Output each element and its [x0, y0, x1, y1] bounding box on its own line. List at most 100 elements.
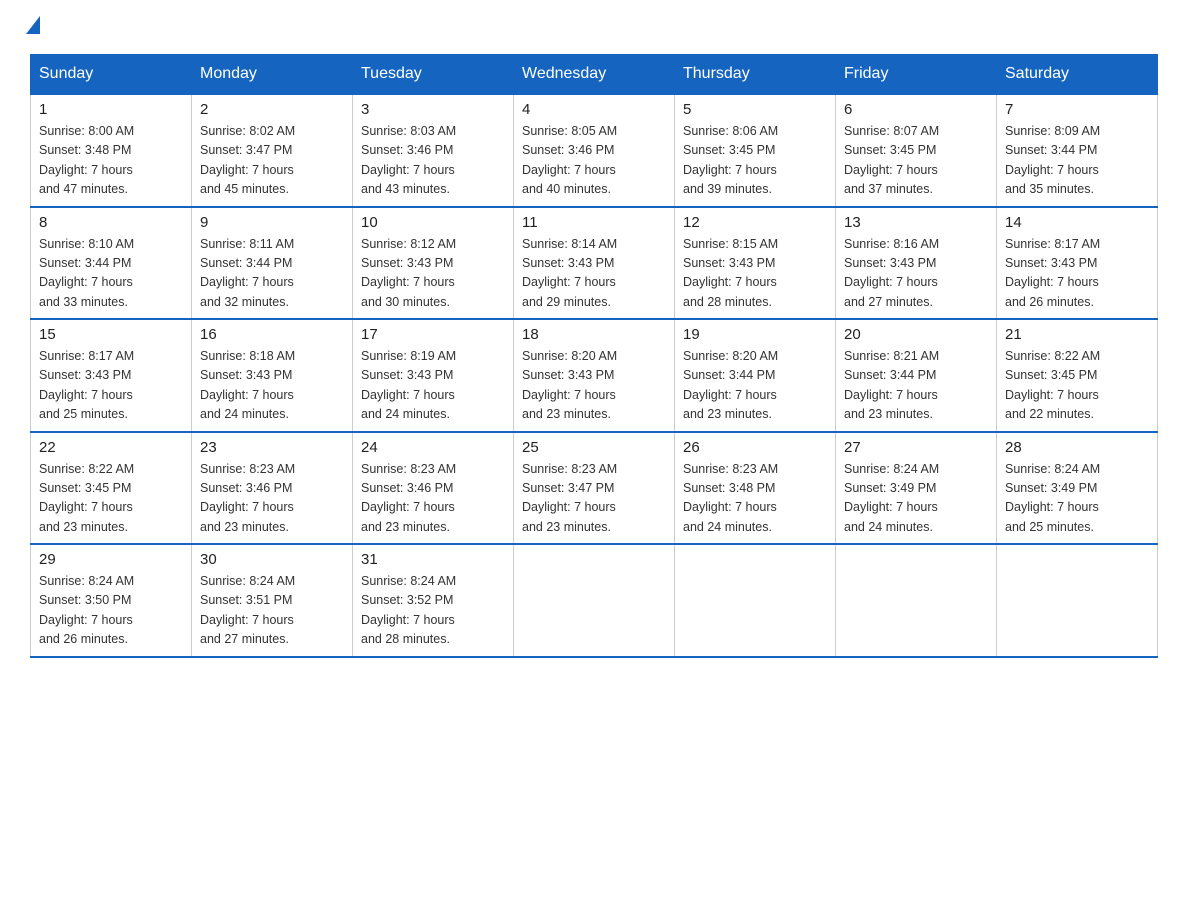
day-info: Sunrise: 8:05 AMSunset: 3:46 PMDaylight:…	[522, 122, 666, 200]
calendar-header-wednesday: Wednesday	[514, 55, 675, 95]
calendar-table: SundayMondayTuesdayWednesdayThursdayFrid…	[30, 54, 1158, 658]
calendar-cell: 28 Sunrise: 8:24 AMSunset: 3:49 PMDaylig…	[997, 432, 1158, 545]
day-number: 6	[844, 101, 988, 118]
calendar-cell: 24 Sunrise: 8:23 AMSunset: 3:46 PMDaylig…	[353, 432, 514, 545]
calendar-cell: 7 Sunrise: 8:09 AMSunset: 3:44 PMDayligh…	[997, 94, 1158, 207]
calendar-cell: 18 Sunrise: 8:20 AMSunset: 3:43 PMDaylig…	[514, 319, 675, 432]
day-number: 5	[683, 101, 827, 118]
calendar-cell: 25 Sunrise: 8:23 AMSunset: 3:47 PMDaylig…	[514, 432, 675, 545]
day-info: Sunrise: 8:23 AMSunset: 3:47 PMDaylight:…	[522, 460, 666, 538]
calendar-week-row: 29 Sunrise: 8:24 AMSunset: 3:50 PMDaylig…	[31, 544, 1158, 657]
day-number: 28	[1005, 439, 1149, 456]
day-number: 31	[361, 551, 505, 568]
day-info: Sunrise: 8:23 AMSunset: 3:46 PMDaylight:…	[361, 460, 505, 538]
day-number: 26	[683, 439, 827, 456]
day-number: 15	[39, 326, 183, 343]
calendar-header-sunday: Sunday	[31, 55, 192, 95]
day-info: Sunrise: 8:18 AMSunset: 3:43 PMDaylight:…	[200, 347, 344, 425]
day-info: Sunrise: 8:03 AMSunset: 3:46 PMDaylight:…	[361, 122, 505, 200]
day-number: 18	[522, 326, 666, 343]
day-info: Sunrise: 8:12 AMSunset: 3:43 PMDaylight:…	[361, 235, 505, 313]
calendar-cell: 20 Sunrise: 8:21 AMSunset: 3:44 PMDaylig…	[836, 319, 997, 432]
day-info: Sunrise: 8:24 AMSunset: 3:52 PMDaylight:…	[361, 572, 505, 650]
day-number: 27	[844, 439, 988, 456]
day-info: Sunrise: 8:20 AMSunset: 3:44 PMDaylight:…	[683, 347, 827, 425]
calendar-cell: 4 Sunrise: 8:05 AMSunset: 3:46 PMDayligh…	[514, 94, 675, 207]
calendar-week-row: 22 Sunrise: 8:22 AMSunset: 3:45 PMDaylig…	[31, 432, 1158, 545]
day-info: Sunrise: 8:15 AMSunset: 3:43 PMDaylight:…	[683, 235, 827, 313]
day-info: Sunrise: 8:24 AMSunset: 3:51 PMDaylight:…	[200, 572, 344, 650]
day-info: Sunrise: 8:24 AMSunset: 3:50 PMDaylight:…	[39, 572, 183, 650]
day-number: 25	[522, 439, 666, 456]
calendar-cell: 27 Sunrise: 8:24 AMSunset: 3:49 PMDaylig…	[836, 432, 997, 545]
calendar-header-friday: Friday	[836, 55, 997, 95]
day-number: 3	[361, 101, 505, 118]
calendar-cell: 17 Sunrise: 8:19 AMSunset: 3:43 PMDaylig…	[353, 319, 514, 432]
day-number: 7	[1005, 101, 1149, 118]
day-number: 11	[522, 214, 666, 231]
day-number: 29	[39, 551, 183, 568]
calendar-cell: 3 Sunrise: 8:03 AMSunset: 3:46 PMDayligh…	[353, 94, 514, 207]
calendar-cell: 9 Sunrise: 8:11 AMSunset: 3:44 PMDayligh…	[192, 207, 353, 320]
day-number: 2	[200, 101, 344, 118]
calendar-cell: 31 Sunrise: 8:24 AMSunset: 3:52 PMDaylig…	[353, 544, 514, 657]
calendar-week-row: 15 Sunrise: 8:17 AMSunset: 3:43 PMDaylig…	[31, 319, 1158, 432]
day-info: Sunrise: 8:06 AMSunset: 3:45 PMDaylight:…	[683, 122, 827, 200]
day-number: 21	[1005, 326, 1149, 343]
calendar-cell	[836, 544, 997, 657]
day-info: Sunrise: 8:17 AMSunset: 3:43 PMDaylight:…	[1005, 235, 1149, 313]
day-number: 30	[200, 551, 344, 568]
day-info: Sunrise: 8:11 AMSunset: 3:44 PMDaylight:…	[200, 235, 344, 313]
calendar-cell: 16 Sunrise: 8:18 AMSunset: 3:43 PMDaylig…	[192, 319, 353, 432]
calendar-week-row: 8 Sunrise: 8:10 AMSunset: 3:44 PMDayligh…	[31, 207, 1158, 320]
day-info: Sunrise: 8:24 AMSunset: 3:49 PMDaylight:…	[844, 460, 988, 538]
logo-triangle-icon	[26, 16, 40, 34]
day-number: 12	[683, 214, 827, 231]
day-info: Sunrise: 8:10 AMSunset: 3:44 PMDaylight:…	[39, 235, 183, 313]
calendar-cell: 22 Sunrise: 8:22 AMSunset: 3:45 PMDaylig…	[31, 432, 192, 545]
calendar-cell: 12 Sunrise: 8:15 AMSunset: 3:43 PMDaylig…	[675, 207, 836, 320]
calendar-cell: 6 Sunrise: 8:07 AMSunset: 3:45 PMDayligh…	[836, 94, 997, 207]
calendar-cell: 11 Sunrise: 8:14 AMSunset: 3:43 PMDaylig…	[514, 207, 675, 320]
day-number: 17	[361, 326, 505, 343]
day-number: 13	[844, 214, 988, 231]
day-info: Sunrise: 8:00 AMSunset: 3:48 PMDaylight:…	[39, 122, 183, 200]
calendar-header-thursday: Thursday	[675, 55, 836, 95]
calendar-cell: 26 Sunrise: 8:23 AMSunset: 3:48 PMDaylig…	[675, 432, 836, 545]
day-number: 16	[200, 326, 344, 343]
calendar-header-tuesday: Tuesday	[353, 55, 514, 95]
calendar-cell	[997, 544, 1158, 657]
day-info: Sunrise: 8:19 AMSunset: 3:43 PMDaylight:…	[361, 347, 505, 425]
calendar-cell: 13 Sunrise: 8:16 AMSunset: 3:43 PMDaylig…	[836, 207, 997, 320]
calendar-header-row: SundayMondayTuesdayWednesdayThursdayFrid…	[31, 55, 1158, 95]
calendar-cell: 29 Sunrise: 8:24 AMSunset: 3:50 PMDaylig…	[31, 544, 192, 657]
day-info: Sunrise: 8:23 AMSunset: 3:46 PMDaylight:…	[200, 460, 344, 538]
calendar-cell	[675, 544, 836, 657]
day-number: 14	[1005, 214, 1149, 231]
day-info: Sunrise: 8:23 AMSunset: 3:48 PMDaylight:…	[683, 460, 827, 538]
day-info: Sunrise: 8:22 AMSunset: 3:45 PMDaylight:…	[1005, 347, 1149, 425]
calendar-cell: 23 Sunrise: 8:23 AMSunset: 3:46 PMDaylig…	[192, 432, 353, 545]
day-number: 1	[39, 101, 183, 118]
calendar-cell: 2 Sunrise: 8:02 AMSunset: 3:47 PMDayligh…	[192, 94, 353, 207]
day-info: Sunrise: 8:02 AMSunset: 3:47 PMDaylight:…	[200, 122, 344, 200]
calendar-cell	[514, 544, 675, 657]
calendar-cell: 10 Sunrise: 8:12 AMSunset: 3:43 PMDaylig…	[353, 207, 514, 320]
calendar-cell: 8 Sunrise: 8:10 AMSunset: 3:44 PMDayligh…	[31, 207, 192, 320]
day-number: 22	[39, 439, 183, 456]
day-number: 8	[39, 214, 183, 231]
day-info: Sunrise: 8:14 AMSunset: 3:43 PMDaylight:…	[522, 235, 666, 313]
day-info: Sunrise: 8:17 AMSunset: 3:43 PMDaylight:…	[39, 347, 183, 425]
day-info: Sunrise: 8:20 AMSunset: 3:43 PMDaylight:…	[522, 347, 666, 425]
calendar-week-row: 1 Sunrise: 8:00 AMSunset: 3:48 PMDayligh…	[31, 94, 1158, 207]
logo	[30, 20, 40, 34]
day-number: 4	[522, 101, 666, 118]
day-number: 9	[200, 214, 344, 231]
calendar-header-monday: Monday	[192, 55, 353, 95]
day-info: Sunrise: 8:21 AMSunset: 3:44 PMDaylight:…	[844, 347, 988, 425]
day-number: 24	[361, 439, 505, 456]
page-header	[30, 20, 1158, 34]
day-info: Sunrise: 8:09 AMSunset: 3:44 PMDaylight:…	[1005, 122, 1149, 200]
day-info: Sunrise: 8:07 AMSunset: 3:45 PMDaylight:…	[844, 122, 988, 200]
day-number: 10	[361, 214, 505, 231]
